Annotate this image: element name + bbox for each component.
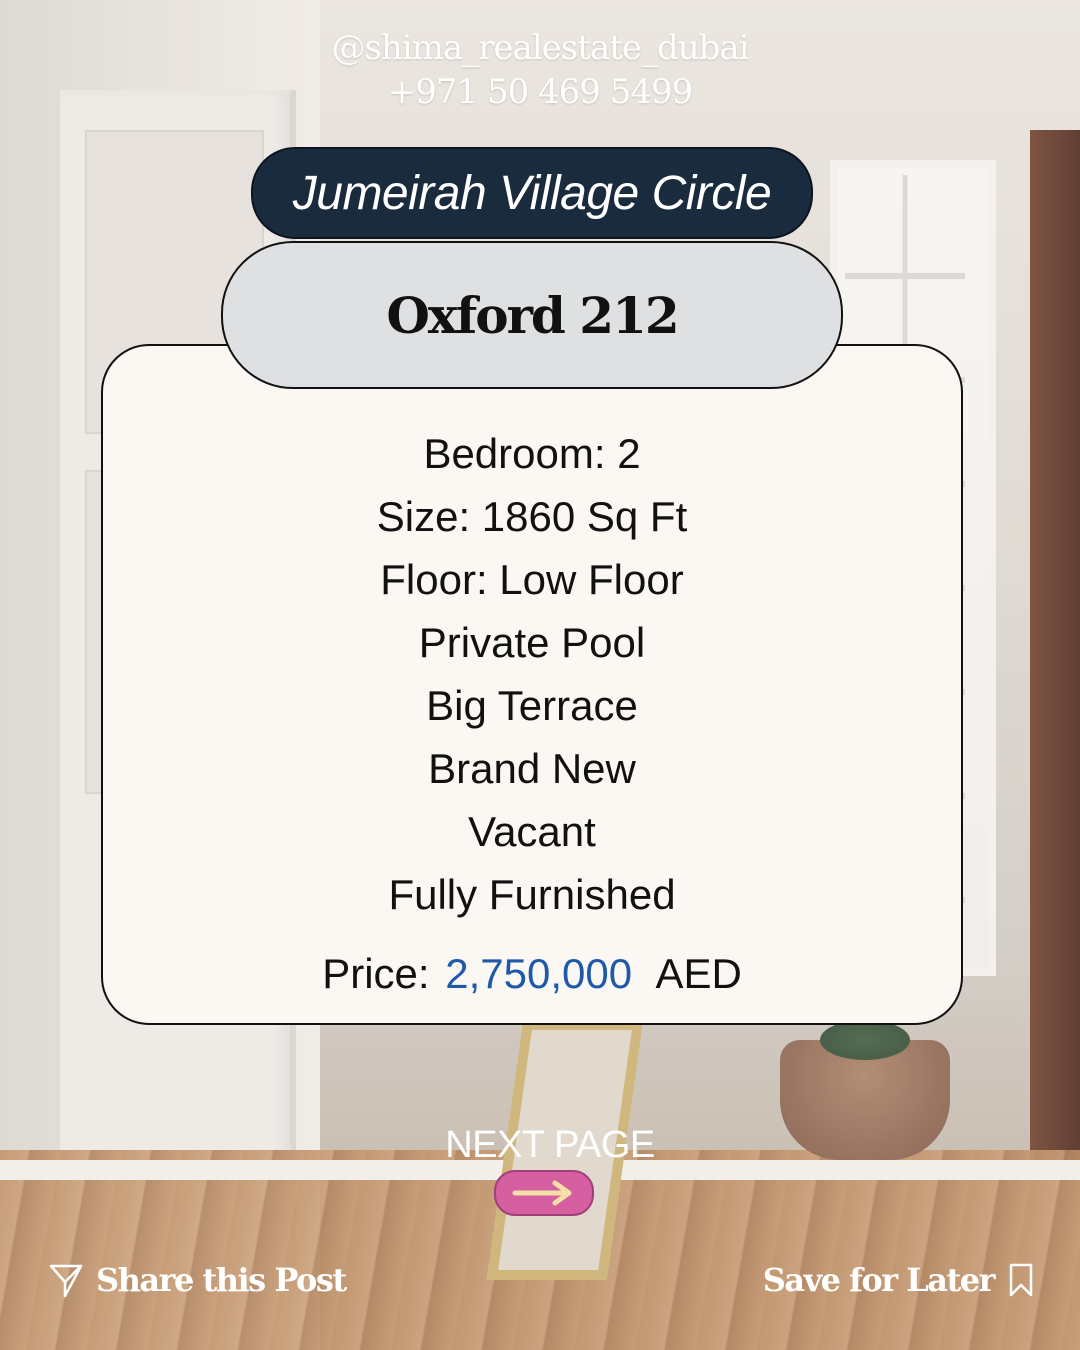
instagram-handle: @shima_realestate_dubai (331, 28, 749, 68)
property-name: Oxford 212 (221, 241, 843, 389)
feature-item: Private Pool (418, 619, 646, 666)
location-badge: Jumeirah Village Circle (251, 147, 813, 239)
location-label: Jumeirah Village Circle (292, 166, 772, 220)
save-for-later-label: Save for Later (762, 1261, 996, 1299)
price-value: 2,750,000 (445, 950, 633, 997)
bookmark-icon (1009, 1263, 1033, 1297)
feature-item: Bedroom: 2 (423, 430, 641, 477)
save-for-later-button[interactable]: Save for Later (763, 1258, 1034, 1302)
next-page-button[interactable] (494, 1170, 594, 1216)
share-post-label: Share this Post (96, 1261, 347, 1299)
next-page-label: NEXT PAGE (445, 1124, 655, 1166)
feature-item: Size: 1860 Sq Ft (376, 493, 688, 540)
price-currency: AED (655, 950, 742, 997)
price-line: Price: 2,750,000 AED (101, 950, 963, 998)
share-post-button[interactable]: Share this Post (48, 1258, 347, 1302)
phone-number: +971 50 469 5499 (387, 72, 694, 112)
feature-item: Vacant (468, 808, 596, 855)
property-name-label: Oxford 212 (386, 285, 679, 345)
feature-item: Floor: Low Floor (380, 556, 684, 603)
feature-item: Big Terrace (426, 682, 638, 729)
feature-list: Bedroom: 2 Size: 1860 Sq Ft Floor: Low F… (101, 422, 963, 926)
contact-info: @shima_realestate_dubai +971 50 469 5499 (0, 26, 1080, 114)
price-label: Price: (322, 950, 430, 997)
feature-item: Fully Furnished (388, 871, 676, 918)
arrow-right-icon (512, 1180, 572, 1206)
send-icon (49, 1264, 83, 1298)
feature-item: Brand New (428, 745, 636, 792)
